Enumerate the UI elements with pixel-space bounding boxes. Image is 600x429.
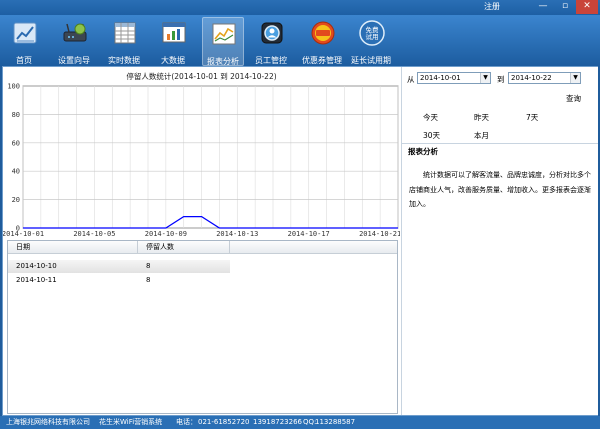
toolbar-coupon-management-label: 优惠券管理: [302, 56, 342, 65]
free-trial-icon: 免费 试用: [359, 20, 385, 46]
title-bar: 注册 — ▫ ✕: [0, 0, 600, 15]
toolbar-staff-control-label: 员工管控: [255, 56, 287, 65]
chevron-down-icon[interactable]: ▼: [480, 73, 490, 83]
y-tick-label: 40: [12, 168, 20, 176]
analysis-heading: 报表分析: [408, 147, 438, 156]
grid-cell-count: 8: [146, 262, 151, 270]
grid-header-filler: [230, 241, 399, 254]
close-icon: ✕: [583, 1, 591, 11]
x-tick-label: 2014-10-01: [3, 230, 44, 238]
data-grid: 日期 停留人数 2014-10-10 8 2014-10-11 8: [7, 240, 398, 414]
toolbar-big-data-label: 大数据: [161, 56, 185, 65]
quick-range-30days[interactable]: 30天: [423, 130, 440, 141]
quick-range-today[interactable]: 今天: [423, 112, 438, 123]
grid-header-count[interactable]: 停留人数: [138, 241, 230, 254]
from-date-value: 2014-10-01: [420, 74, 461, 82]
toolbar-coupon-management[interactable]: 优惠券管理: [302, 17, 342, 66]
free-trial-icon-text-bottom: 试用: [366, 32, 379, 41]
restore-button[interactable]: ▫: [554, 0, 576, 14]
to-date-value: 2014-10-22: [511, 74, 552, 82]
toolbar-home-label: 首页: [16, 56, 32, 65]
toolbar-staff-control[interactable]: 员工管控: [251, 17, 291, 66]
main-toolbar: 首页 设置向导 实时数据 大数据 报表分析 员工管控 优惠券管理 免费 试用 延…: [0, 15, 600, 66]
minimize-icon: —: [538, 1, 548, 11]
toolbar-extend-trial[interactable]: 免费 试用 延长试用期: [351, 17, 391, 66]
y-tick-label: 100: [7, 83, 20, 91]
x-tick-label: 2014-10-13: [216, 230, 258, 238]
status-qq: 113288587: [315, 418, 356, 426]
restore-icon: ▫: [561, 1, 569, 11]
to-label: 到: [497, 75, 505, 84]
grid-header-date[interactable]: 日期: [8, 241, 138, 254]
toolbar-extend-trial-label: 延长试用期: [351, 56, 391, 65]
y-tick-label: 80: [12, 111, 20, 119]
analysis-description: 统计数据可以了解客流量、品牌忠诚度，分析对比多个店铺商业人气，改善服务质量、增加…: [409, 171, 591, 208]
chart-panel: 0 20 40 60 80 100 2014-10-01 2014-10-05 2014-10-…: [3, 67, 400, 238]
quick-range-this-month[interactable]: 本月: [474, 130, 489, 141]
y-tick-label: 60: [12, 139, 20, 147]
register-link[interactable]: 注册: [484, 1, 500, 12]
x-tick-label: 2014-10-17: [288, 230, 330, 238]
toolbar-report-analysis[interactable]: 报表分析: [202, 17, 244, 66]
router-wizard-icon: [63, 23, 87, 42]
spreadsheet-icon: [114, 22, 136, 44]
chevron-down-icon[interactable]: ▼: [570, 73, 580, 83]
staff-control-icon: [261, 22, 283, 44]
minimize-button[interactable]: —: [532, 0, 554, 14]
toolbar-home[interactable]: 首页: [4, 17, 44, 66]
toolbar-big-data[interactable]: 大数据: [153, 17, 193, 66]
plot-area: [22, 85, 399, 229]
status-phone: 021-61852720: [198, 418, 250, 426]
report-analysis-icon: [212, 23, 236, 45]
toolbar-setup-wizard-label: 设置向导: [58, 56, 90, 65]
x-tick-label: 2014-10-05: [73, 230, 115, 238]
coupon-icon: [311, 21, 335, 45]
divider: [402, 143, 598, 144]
from-label: 从: [407, 75, 415, 84]
table-row[interactable]: 2014-10-10 8: [8, 260, 230, 273]
status-phone-label: 电话：: [176, 418, 197, 426]
x-tick-label: 2014-10-09: [145, 230, 187, 238]
status-product: 花生米WiFi营销系统: [99, 418, 163, 426]
toolbar-realtime-data[interactable]: 实时数据: [104, 17, 144, 66]
table-row[interactable]: 2014-10-11 8: [8, 274, 230, 287]
quick-range-yesterday[interactable]: 昨天: [474, 112, 489, 123]
toolbar-realtime-data-label: 实时数据: [108, 56, 140, 65]
grid-cell-count: 8: [146, 276, 151, 284]
query-button[interactable]: 查询: [566, 93, 581, 104]
stay-count-line-chart: 0204060801002014-10-01 2014-10-05 2014-10-…: [3, 83, 400, 239]
to-date-select[interactable]: 2014-10-22 ▼: [508, 72, 581, 84]
from-date-select[interactable]: 2014-10-01 ▼: [417, 72, 491, 84]
toolbar-setup-wizard[interactable]: 设置向导: [54, 17, 94, 66]
status-company: 上海银兆网络科技有限公司: [6, 418, 90, 426]
y-tick-label: 20: [12, 196, 20, 204]
grid-cell-date: 2014-10-11: [16, 276, 57, 284]
status-bar: 上海银兆网络科技有限公司 花生米WiFi营销系统 电话： 021-6185272…: [0, 416, 600, 429]
home-chart-icon: [13, 22, 37, 44]
chart-window-icon: [162, 22, 186, 43]
filter-panel: 从 2014-10-01 ▼ 到 2014-10-22 ▼ 查询 今天 昨天 7…: [401, 67, 598, 415]
close-button[interactable]: ✕: [576, 0, 598, 14]
main-area: 0 20 40 60 80 100 2014-10-01 2014-10-05 2014-10-…: [2, 66, 598, 416]
quick-range-7days[interactable]: 7天: [526, 112, 538, 123]
status-mobile: 13918723266: [253, 418, 302, 426]
grid-header-row: 日期 停留人数: [8, 241, 397, 254]
chart-title: 停留人数统计(2014-10-01 到 2014-10-22): [126, 72, 277, 81]
grid-cell-date: 2014-10-10: [16, 262, 57, 270]
x-tick-label: 2014-10-21: [359, 230, 400, 238]
